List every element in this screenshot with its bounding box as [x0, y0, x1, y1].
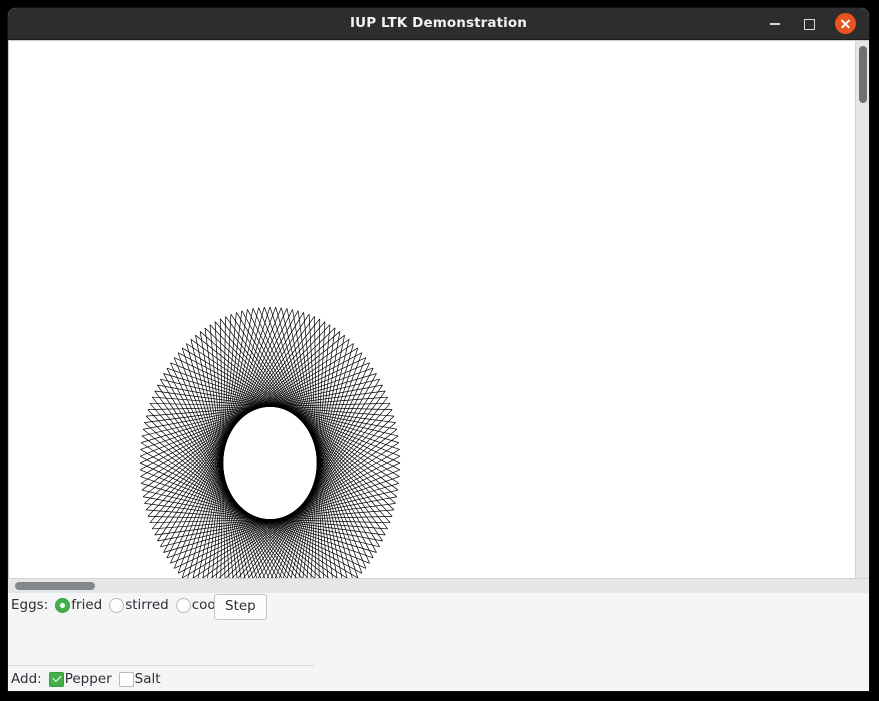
minimize-icon: [770, 23, 780, 25]
titlebar[interactable]: IUP LTK Demonstration: [8, 8, 869, 40]
radio-eggs-stirred[interactable]: stirred: [109, 597, 169, 613]
checkbox-salt-box-icon: [119, 672, 134, 687]
radio-fried-indicator-icon: [55, 598, 70, 613]
canvas-vertical-scrollbar[interactable]: [855, 41, 869, 578]
drawing-canvas[interactable]: [8, 40, 869, 578]
checkbox-salt[interactable]: Salt: [119, 671, 161, 687]
eggs-label: Eggs:: [11, 597, 48, 613]
panel-separator: [8, 665, 314, 666]
maximize-icon: [804, 19, 815, 30]
radio-stirred-indicator-icon: [109, 598, 124, 613]
spirograph-figure: [9, 41, 855, 578]
canvas-horizontal-scrollbar[interactable]: [8, 578, 869, 593]
close-icon: [840, 18, 851, 29]
canvas-vertical-scrollbar-thumb[interactable]: [859, 46, 867, 103]
close-button[interactable]: [835, 13, 856, 34]
rotation-row: Rotation: Start Stop Hallo Welt!: [11, 690, 297, 691]
canvas-horizontal-scrollbar-thumb[interactable]: [15, 582, 95, 590]
checkbox-pepper[interactable]: Pepper: [49, 671, 112, 687]
checkbox-salt-label: Salt: [135, 671, 161, 687]
window-body: Eggs: fried stirred cooked: [8, 40, 869, 691]
control-panel: Eggs: fried stirred cooked: [8, 593, 869, 691]
checkbox-pepper-checkmark-icon: [49, 672, 64, 687]
add-label: Add:: [11, 671, 42, 687]
step-button[interactable]: Step: [214, 594, 267, 620]
maximize-button[interactable]: [799, 14, 819, 34]
minimize-button[interactable]: [765, 14, 785, 34]
eggs-radio-group: fried stirred cooked: [48, 597, 240, 613]
radio-eggs-fried-label: fried: [71, 597, 102, 613]
checkbox-pepper-label: Pepper: [65, 671, 112, 687]
add-row: Add: Pepper Salt: [11, 668, 161, 690]
app-window: IUP LTK Demonstration: [8, 8, 869, 691]
window-title: IUP LTK Demonstration: [8, 8, 869, 39]
eggs-row: Eggs: fried stirred cooked: [11, 594, 240, 616]
radio-eggs-fried[interactable]: fried: [55, 597, 102, 613]
radio-eggs-stirred-label: stirred: [125, 597, 169, 613]
radio-cooked-indicator-icon: [176, 598, 191, 613]
